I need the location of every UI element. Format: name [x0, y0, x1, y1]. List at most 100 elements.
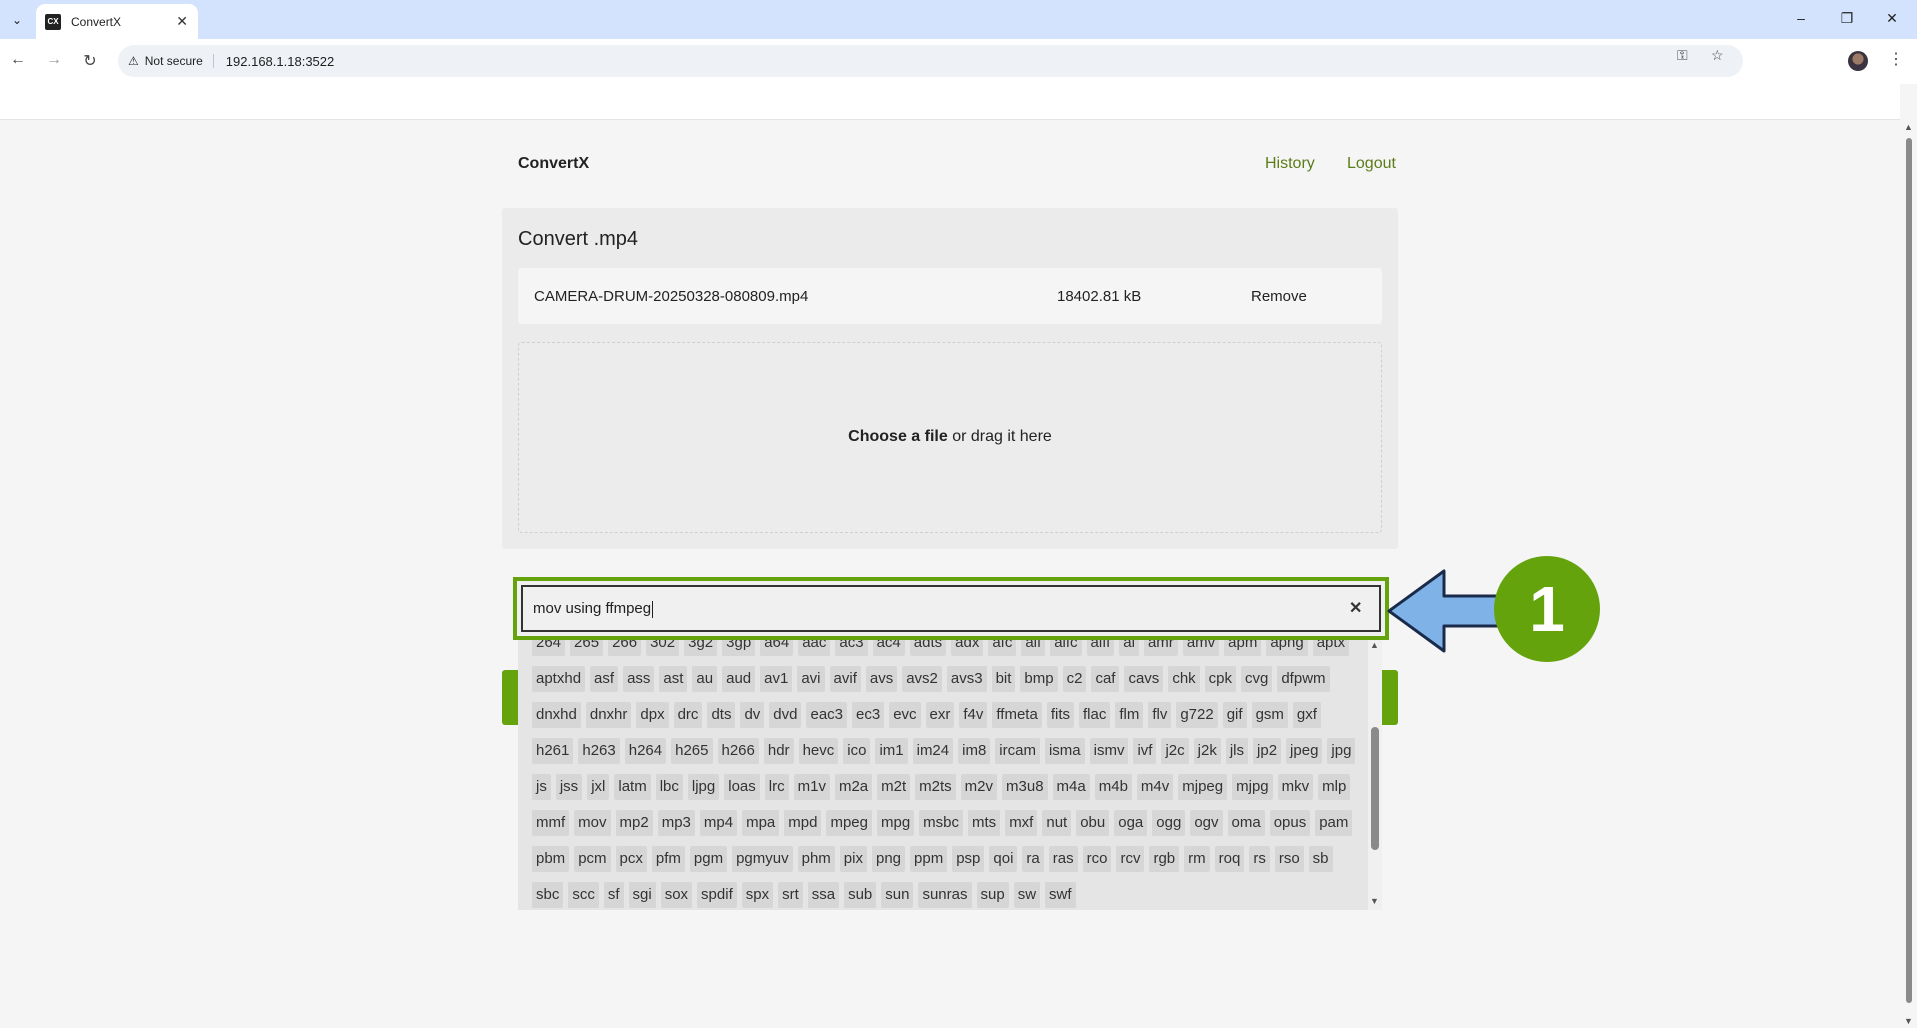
- format-option-pam[interactable]: pam: [1315, 810, 1353, 836]
- format-option-pix[interactable]: pix: [839, 846, 867, 872]
- format-option-aptxhd[interactable]: aptxhd: [532, 666, 586, 692]
- format-option-m2t[interactable]: m2t: [877, 774, 911, 800]
- format-option-m2a[interactable]: m2a: [834, 774, 873, 800]
- format-option-dvd[interactable]: dvd: [769, 702, 802, 728]
- format-option-pcm[interactable]: pcm: [574, 846, 611, 872]
- format-option-dpx[interactable]: dpx: [636, 702, 669, 728]
- format-option-flm[interactable]: flm: [1115, 702, 1144, 728]
- format-option-mov[interactable]: mov: [574, 810, 611, 836]
- format-option-m3u8[interactable]: m3u8: [1002, 774, 1048, 800]
- format-option-sun[interactable]: sun: [881, 882, 914, 908]
- format-option-im8[interactable]: im8: [958, 738, 991, 764]
- format-option-oma[interactable]: oma: [1227, 810, 1265, 836]
- format-option-jp2[interactable]: jp2: [1253, 738, 1282, 764]
- format-option-hevc[interactable]: hevc: [798, 738, 839, 764]
- format-option-ass[interactable]: ass: [623, 666, 655, 692]
- format-option-srt[interactable]: srt: [778, 882, 803, 908]
- not-secure-label[interactable]: Not secure: [145, 54, 214, 68]
- format-option-ssa[interactable]: ssa: [807, 882, 840, 908]
- format-option-ppm[interactable]: ppm: [910, 846, 948, 872]
- reload-icon[interactable]: ↻: [80, 51, 100, 71]
- format-option-spx[interactable]: spx: [741, 882, 774, 908]
- format-option-mxf[interactable]: mxf: [1005, 810, 1038, 836]
- format-option-bit[interactable]: bit: [991, 666, 1016, 692]
- format-option-h261[interactable]: h261: [532, 738, 574, 764]
- format-option-js[interactable]: js: [532, 774, 551, 800]
- format-option-ogg[interactable]: ogg: [1152, 810, 1186, 836]
- dropdown-scrollbar-thumb[interactable]: [1371, 727, 1379, 850]
- format-option-au[interactable]: au: [692, 666, 718, 692]
- format-option-msbc[interactable]: msbc: [919, 810, 964, 836]
- url-text[interactable]: 192.168.1.18:3522: [226, 54, 334, 69]
- format-option-cavs[interactable]: cavs: [1124, 666, 1164, 692]
- search-input-value[interactable]: mov using ffmpeg: [533, 600, 654, 618]
- page-scrollbar-thumb[interactable]: [1906, 138, 1912, 1003]
- format-option-h266[interactable]: h266: [717, 738, 759, 764]
- format-option-ra[interactable]: ra: [1022, 846, 1044, 872]
- format-option-fits[interactable]: fits: [1046, 702, 1074, 728]
- format-option-dnxhr[interactable]: dnxhr: [585, 702, 632, 728]
- format-option-h263[interactable]: h263: [578, 738, 620, 764]
- format-option-dfpwm[interactable]: dfpwm: [1277, 666, 1330, 692]
- format-option-mp2[interactable]: mp2: [615, 810, 653, 836]
- password-key-icon[interactable]: ⚿: [1677, 47, 1688, 64]
- profile-avatar[interactable]: [1848, 51, 1868, 71]
- format-option-g722[interactable]: g722: [1176, 702, 1218, 728]
- history-link[interactable]: History: [1265, 155, 1315, 173]
- format-option-lbc[interactable]: lbc: [655, 774, 683, 800]
- back-icon[interactable]: ←: [8, 51, 28, 69]
- format-option-latm[interactable]: latm: [614, 774, 651, 800]
- restore-icon[interactable]: ❐: [1837, 10, 1857, 27]
- format-option-j2k[interactable]: j2k: [1193, 738, 1221, 764]
- format-option-avs3[interactable]: avs3: [946, 666, 987, 692]
- format-option-aud[interactable]: aud: [722, 666, 756, 692]
- app-brand[interactable]: ConvertX: [518, 155, 589, 173]
- format-option-jxl[interactable]: jxl: [587, 774, 610, 800]
- format-option-nut[interactable]: nut: [1042, 810, 1072, 836]
- format-option-jpg[interactable]: jpg: [1327, 738, 1356, 764]
- format-option-caf[interactable]: caf: [1091, 666, 1120, 692]
- format-option-obu[interactable]: obu: [1076, 810, 1110, 836]
- format-option-rgb[interactable]: rgb: [1149, 846, 1180, 872]
- format-option-flv[interactable]: flv: [1148, 702, 1172, 728]
- format-option-jss[interactable]: jss: [555, 774, 583, 800]
- scroll-down-icon[interactable]: ▼: [1904, 1016, 1913, 1026]
- format-option-loas[interactable]: loas: [724, 774, 760, 800]
- format-option-flac[interactable]: flac: [1079, 702, 1111, 728]
- format-option-psp[interactable]: psp: [952, 846, 985, 872]
- format-option-ogv[interactable]: ogv: [1190, 810, 1223, 836]
- format-option-pbm[interactable]: pbm: [532, 846, 570, 872]
- format-option-dv[interactable]: dv: [740, 702, 765, 728]
- browser-menu-icon[interactable]: ⋮: [1888, 49, 1904, 69]
- format-option-lrc[interactable]: lrc: [764, 774, 789, 800]
- dropzone-text[interactable]: Choose a file or drag it here: [518, 428, 1382, 446]
- format-option-ico[interactable]: ico: [843, 738, 871, 764]
- format-option-avs[interactable]: avs: [865, 666, 898, 692]
- format-option-rm[interactable]: rm: [1184, 846, 1210, 872]
- format-option-oga[interactable]: oga: [1114, 810, 1148, 836]
- minimize-icon[interactable]: –: [1791, 10, 1811, 26]
- format-option-jls[interactable]: jls: [1225, 738, 1249, 764]
- tab-search-chevron-icon[interactable]: ⌄: [6, 9, 28, 31]
- format-option-h264[interactable]: h264: [624, 738, 667, 764]
- format-option-evc[interactable]: evc: [889, 702, 921, 728]
- format-option-drc[interactable]: drc: [673, 702, 703, 728]
- dropdown-scroll-up-icon[interactable]: ▲: [1370, 640, 1379, 650]
- format-option-mlp[interactable]: mlp: [1318, 774, 1351, 800]
- format-option-mpeg[interactable]: mpeg: [826, 810, 872, 836]
- format-option-gxf[interactable]: gxf: [1292, 702, 1321, 728]
- address-bar[interactable]: ⚠ Not secure 192.168.1.18:3522: [118, 45, 1743, 77]
- format-option-avi[interactable]: avi: [797, 666, 825, 692]
- format-option-sbc[interactable]: sbc: [532, 882, 564, 908]
- format-option-h265[interactable]: h265: [671, 738, 713, 764]
- format-option-dnxhd[interactable]: dnxhd: [532, 702, 581, 728]
- dropdown-scroll-down-icon[interactable]: ▼: [1370, 896, 1379, 906]
- forward-icon[interactable]: →: [44, 51, 64, 69]
- convert-button-edge[interactable]: [1382, 670, 1398, 725]
- format-option-phm[interactable]: phm: [797, 846, 835, 872]
- format-option-sub[interactable]: sub: [844, 882, 877, 908]
- format-option-sf[interactable]: sf: [603, 882, 624, 908]
- format-option-pfm[interactable]: pfm: [651, 846, 685, 872]
- format-option-sb[interactable]: sb: [1308, 846, 1333, 872]
- scroll-up-icon[interactable]: ▲: [1904, 122, 1913, 132]
